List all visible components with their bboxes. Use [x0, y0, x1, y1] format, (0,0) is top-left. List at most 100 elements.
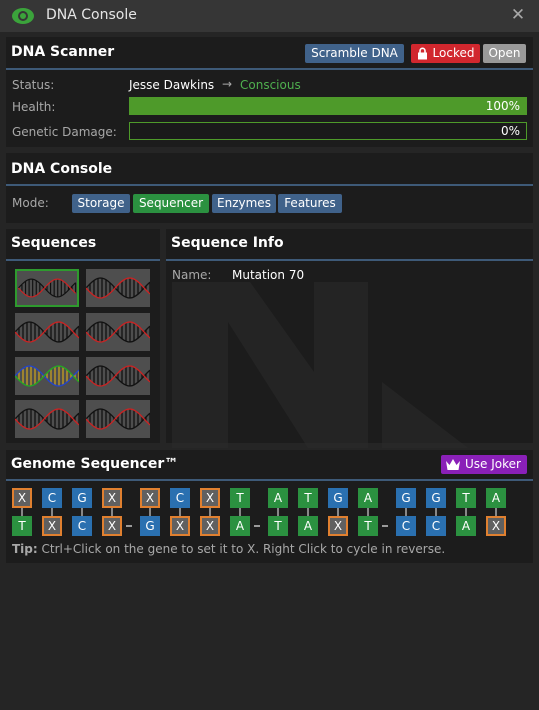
title-bar: DNA Console ✕	[0, 0, 539, 32]
sequence-info-title: Sequence Info	[171, 235, 284, 251]
close-icon[interactable]: ✕	[508, 4, 528, 26]
gene-link	[495, 508, 497, 516]
gene-top[interactable]: T	[298, 488, 318, 508]
gene-bottom[interactable]: X	[200, 516, 220, 536]
gene-link	[277, 508, 279, 516]
mode-label: Mode:	[12, 196, 49, 210]
joker-label: Use Joker	[465, 457, 521, 471]
gene-bottom[interactable]: C	[396, 516, 416, 536]
dna-helix-icon	[17, 278, 77, 298]
health-bar: 100%	[129, 97, 527, 115]
health-bar-fill	[130, 98, 526, 114]
gene-link	[367, 508, 369, 516]
dna-console-section: DNA Console Mode: Storage Sequencer Enzy…	[6, 153, 533, 223]
gene-top[interactable]: C	[170, 488, 190, 508]
gene-bottom[interactable]: X	[102, 516, 122, 536]
gene-top[interactable]: A	[486, 488, 506, 508]
gene-link	[337, 508, 339, 516]
gene-top[interactable]: X	[140, 488, 160, 508]
tip-body: Ctrl+Click on the gene to set it to X. R…	[37, 542, 446, 556]
sequences-section: Sequences	[6, 229, 160, 443]
locked-button[interactable]: Locked	[411, 44, 480, 63]
dna-helix-icon	[86, 321, 150, 343]
gene-link	[81, 508, 83, 516]
gene-link	[307, 508, 309, 516]
gene-top[interactable]: T	[230, 488, 250, 508]
damage-value: 0%	[500, 124, 520, 138]
sequence-thumbnail[interactable]	[15, 400, 79, 438]
sequence-thumbnail[interactable]	[15, 269, 79, 307]
console-title: DNA Console	[11, 161, 113, 177]
gene-bottom[interactable]: A	[298, 516, 318, 536]
gene-link	[239, 508, 241, 516]
sequence-thumbnail[interactable]	[15, 357, 79, 395]
sequence-thumbnail[interactable]	[86, 313, 150, 351]
scramble-dna-button[interactable]: Scramble DNA	[305, 44, 404, 63]
gene-link	[21, 508, 23, 516]
sequence-thumbnail[interactable]	[86, 400, 150, 438]
gene-bottom[interactable]: G	[140, 516, 160, 536]
dna-scanner-section: DNA Scanner Scramble DNA Locked Open Sta…	[6, 37, 533, 147]
gene-bottom[interactable]: C	[426, 516, 446, 536]
dna-helix-icon	[15, 365, 79, 387]
gene-top[interactable]: X	[12, 488, 32, 508]
sequence-thumbnail[interactable]	[86, 357, 150, 395]
name-label: Name:	[172, 268, 212, 282]
damage-bar: 0%	[129, 122, 527, 140]
mode-storage-button[interactable]: Storage	[72, 194, 130, 213]
gene-bottom[interactable]: X	[486, 516, 506, 536]
group-separator	[382, 525, 388, 527]
dna-helix-icon	[86, 408, 150, 430]
dna-helix-icon	[15, 321, 79, 343]
gene-top[interactable]: G	[72, 488, 92, 508]
genome-title: Genome Sequencer™	[11, 456, 179, 472]
crown-icon	[446, 459, 460, 470]
gene-bottom[interactable]: X	[170, 516, 190, 536]
group-separator	[254, 525, 260, 527]
gene-link	[209, 508, 211, 516]
dna-helix-icon	[15, 408, 79, 430]
gene-bottom[interactable]: X	[328, 516, 348, 536]
gene-bottom[interactable]: X	[42, 516, 62, 536]
lock-icon	[418, 47, 427, 60]
genome-sequencer-section: Genome Sequencer™ Use Joker XTCXGCXXXGCX…	[6, 450, 533, 563]
gene-top[interactable]: C	[42, 488, 62, 508]
gene-bottom[interactable]: T	[12, 516, 32, 536]
gene-bottom[interactable]: C	[72, 516, 92, 536]
gene-top[interactable]: A	[268, 488, 288, 508]
gene-top[interactable]: A	[358, 488, 378, 508]
gene-top[interactable]: X	[102, 488, 122, 508]
gene-bottom[interactable]: T	[268, 516, 288, 536]
name-value: Mutation 70	[232, 268, 305, 282]
use-joker-button[interactable]: Use Joker	[441, 455, 527, 474]
gene-top[interactable]: G	[426, 488, 446, 508]
gene-link	[435, 508, 437, 516]
locked-label: Locked	[432, 46, 475, 60]
health-label: Health:	[12, 100, 56, 114]
gene-top[interactable]: G	[328, 488, 348, 508]
open-button[interactable]: Open	[483, 44, 526, 63]
sequence-thumbnail[interactable]	[86, 269, 150, 307]
mode-sequencer-button[interactable]: Sequencer	[133, 194, 209, 213]
gene-top[interactable]: T	[456, 488, 476, 508]
gene-top[interactable]: G	[396, 488, 416, 508]
dna-helix-icon	[86, 277, 150, 299]
gene-bottom[interactable]: A	[230, 516, 250, 536]
eye-icon	[12, 8, 34, 24]
window-title: DNA Console	[46, 7, 137, 23]
gene-bottom[interactable]: T	[358, 516, 378, 536]
gene-link	[179, 508, 181, 516]
gene-top[interactable]: X	[200, 488, 220, 508]
damage-label: Genetic Damage:	[12, 125, 117, 139]
arrow-icon: →	[222, 77, 233, 91]
group-separator	[126, 525, 132, 527]
tip-text: Tip: Ctrl+Click on the gene to set it to…	[12, 542, 445, 556]
health-value: 100%	[485, 99, 520, 113]
gene-bottom[interactable]: A	[456, 516, 476, 536]
gene-link	[149, 508, 151, 516]
mode-enzymes-button[interactable]: Enzymes	[212, 194, 276, 213]
subject-name: Jesse Dawkins	[129, 78, 215, 92]
mode-features-button[interactable]: Features	[278, 194, 342, 213]
gene-link	[405, 508, 407, 516]
sequence-thumbnail[interactable]	[15, 313, 79, 351]
